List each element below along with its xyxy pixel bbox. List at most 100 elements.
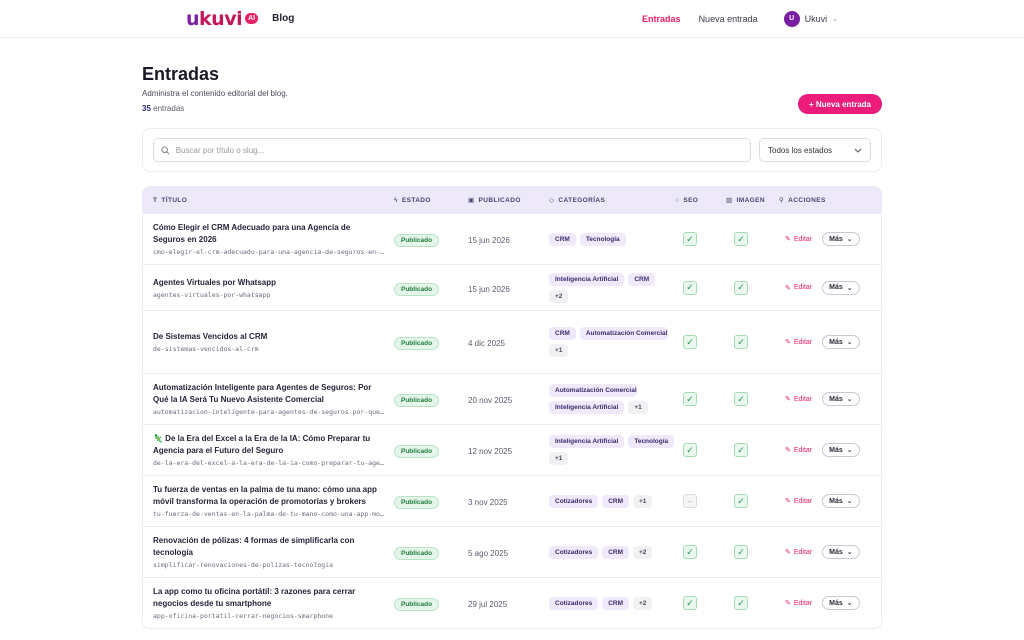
col-header-acciones: ⚲ ACCIONES	[779, 196, 881, 205]
entry-title[interactable]: Renovación de pólizas: 4 formas de simpl…	[153, 535, 384, 559]
row-actions-cell: ✎ Editar Más ⌄	[779, 335, 881, 349]
row-status-cell: Publicado	[394, 544, 468, 560]
ukuvi-logo[interactable]: ukuvi AI	[186, 8, 259, 30]
seo-check-icon: ✓	[683, 545, 697, 559]
category-list: Cotizadores CRM +2	[549, 540, 675, 565]
col-header-acciones-label: ACCIONES	[788, 196, 826, 204]
more-button[interactable]: Más ⌄	[822, 494, 860, 508]
row-categories-cell: CRM Automatización Comercial +1	[549, 321, 675, 363]
search-input[interactable]	[175, 145, 743, 155]
entry-title[interactable]: 🦎 De la Era del Excel a la Era de la IA:…	[153, 433, 384, 457]
col-header-publicado[interactable]: ▣ PUBLICADO	[468, 196, 549, 205]
category-chip: Automatización Comercial	[549, 384, 637, 397]
col-header-imagen[interactable]: ▨ IMAGEN	[726, 196, 779, 205]
more-button[interactable]: Más ⌄	[822, 335, 860, 349]
row-actions: ✎ Editar Más ⌄	[779, 494, 881, 508]
col-header-imagen-label: IMAGEN	[736, 196, 765, 204]
row-actions-cell: ✎ Editar Más ⌄	[779, 494, 881, 508]
category-chip: CRM	[628, 272, 656, 286]
entry-slug: de-la-era-del-excel-a-la-era-de-la-ia-co…	[153, 459, 384, 467]
entry-title[interactable]: Agentes Virtuales por Whatsapp	[153, 277, 384, 289]
search-icon: ○	[675, 196, 680, 204]
col-header-seo[interactable]: ○ SEO	[675, 197, 726, 204]
row-title-cell: Renovación de pólizas: 4 formas de simpl…	[143, 535, 394, 569]
chevron-down-icon: ⌄	[846, 447, 853, 454]
pencil-icon: ✎	[785, 236, 791, 243]
status-badge: Publicado	[394, 445, 440, 458]
category-more-chip[interactable]: +1	[633, 494, 653, 508]
status-filter-select[interactable]: Todos los estados	[759, 138, 871, 162]
image-check-icon: ✓	[734, 596, 748, 610]
nav-link-nueva-entrada[interactable]: Nueva entrada	[699, 14, 758, 24]
col-header-categorias[interactable]: ◇ CATEGORÍAS	[549, 196, 675, 205]
edit-button[interactable]: ✎ Editar	[785, 395, 812, 404]
status-badge: Publicado	[394, 282, 440, 296]
seo-check-icon: ✓	[683, 335, 697, 349]
category-more-chip[interactable]: +2	[633, 545, 653, 559]
nav-link-entradas[interactable]: Entradas	[642, 14, 681, 24]
row-seo-cell: ✓	[675, 392, 726, 406]
category-list: Cotizadores CRM +2	[549, 591, 675, 616]
row-date-cell: 29 jul 2025	[468, 596, 549, 610]
edit-button[interactable]: ✎ Editar	[785, 284, 812, 292]
row-title-cell: Cómo Elegir el CRM Adecuado para una Age…	[143, 222, 394, 256]
more-button[interactable]: Más ⌄	[822, 280, 860, 295]
more-button[interactable]: Más ⌄	[822, 596, 860, 610]
edit-label: Editar	[793, 338, 813, 346]
table-row: Tu fuerza de ventas en la palma de tu ma…	[143, 475, 881, 526]
edit-button[interactable]: ✎ Editar	[785, 548, 812, 557]
page-header: Entradas Administra el contenido editori…	[142, 38, 882, 128]
status-badge: Publicado	[394, 394, 440, 407]
page-subtitle: Administra el contenido editorial del bl…	[142, 89, 288, 98]
entry-title[interactable]: De Sistemas Vencidos al CRM	[153, 331, 384, 343]
category-chip: Inteligencia Artificial	[549, 401, 625, 414]
category-more-chip[interactable]: +2	[549, 289, 569, 303]
row-actions-cell: ✎ Editar Más ⌄	[779, 545, 881, 559]
row-date-cell: 4 dic 2025	[468, 335, 549, 349]
section-name: Blog	[272, 13, 295, 24]
row-actions: ✎ Editar Más ⌄	[779, 280, 881, 295]
search-box[interactable]	[153, 138, 751, 162]
more-button[interactable]: Más ⌄	[822, 545, 860, 559]
category-more-chip[interactable]: +1	[628, 401, 648, 414]
more-button[interactable]: Más ⌄	[822, 392, 860, 406]
edit-button[interactable]: ✎ Editar	[785, 446, 812, 455]
row-seo-cell: ✓	[675, 596, 726, 610]
entry-title[interactable]: Cómo Elegir el CRM Adecuado para una Age…	[153, 222, 384, 246]
more-button[interactable]: Más ⌄	[822, 443, 860, 457]
status-badge: Publicado	[394, 234, 440, 247]
edit-button[interactable]: ✎ Editar	[785, 235, 813, 244]
image-check-icon: ✓	[734, 392, 748, 406]
filter-bar: Todos los estados	[142, 128, 882, 172]
more-button[interactable]: Más ⌄	[822, 232, 860, 246]
status-badge: Publicado	[394, 337, 440, 350]
search-icon	[161, 145, 170, 155]
row-status-cell: Publicado	[394, 493, 468, 509]
user-menu[interactable]: U Ukuvi ⌄	[783, 10, 838, 27]
entry-title[interactable]: Automatización Inteligente para Agentes …	[153, 382, 384, 406]
category-chip: CRM	[602, 494, 630, 508]
row-seo-cell: ✓	[675, 443, 726, 457]
col-header-estado[interactable]: ϟ ESTADO	[394, 197, 468, 204]
avatar: U	[783, 10, 800, 27]
entry-title[interactable]: La app como tu oficina portátil: 3 razon…	[153, 586, 384, 610]
col-header-title-label: TÍTULO	[161, 196, 188, 204]
more-label: Más	[829, 446, 843, 454]
more-label: Más	[829, 235, 843, 243]
edit-button[interactable]: ✎ Editar	[785, 338, 813, 347]
category-more-chip[interactable]: +1	[549, 452, 569, 465]
edit-label: Editar	[793, 235, 813, 243]
pencil-icon: ✎	[785, 396, 791, 403]
category-list: CRM Tecnología	[549, 227, 675, 252]
category-more-chip[interactable]: +1	[549, 344, 569, 357]
new-entry-button[interactable]: + Nueva entrada	[797, 94, 882, 114]
edit-button[interactable]: ✎ Editar	[785, 599, 812, 608]
category-more-chip[interactable]: +2	[633, 596, 653, 610]
edit-button[interactable]: ✎ Editar	[785, 497, 812, 506]
published-date: 5 ago 2025	[468, 549, 509, 558]
col-header-title[interactable]: T TÍTULO	[143, 197, 394, 204]
entry-title[interactable]: Tu fuerza de ventas en la palma de tu ma…	[153, 484, 384, 508]
brand[interactable]: ukuvi AI Blog	[186, 8, 294, 30]
row-date-cell: 20 nov 2025	[468, 392, 549, 406]
table-body: Cómo Elegir el CRM Adecuado para una Age…	[143, 213, 881, 628]
